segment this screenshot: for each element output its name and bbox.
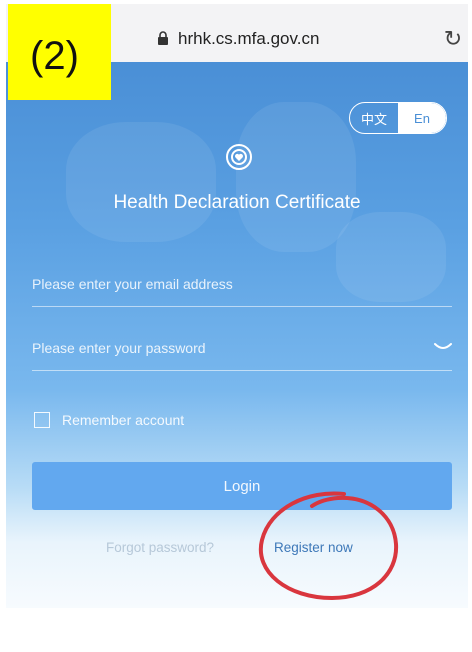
remember-account[interactable]: Remember account	[34, 412, 184, 428]
language-option-en[interactable]: En	[398, 103, 446, 133]
password-field-wrapper	[32, 326, 452, 371]
password-field[interactable]	[32, 326, 452, 370]
auth-links: Forgot password? Register now	[6, 540, 468, 560]
email-field-wrapper	[32, 262, 452, 307]
url-text[interactable]: hrhk.cs.mfa.gov.cn	[178, 29, 319, 49]
remember-label: Remember account	[62, 412, 185, 428]
language-toggle[interactable]: 中文 En	[349, 102, 447, 134]
reload-icon[interactable]: ↻	[442, 28, 464, 50]
remember-checkbox[interactable]	[34, 412, 50, 428]
world-map-background	[66, 122, 216, 242]
password-visibility-icon[interactable]	[434, 342, 452, 352]
login-button[interactable]: Login	[32, 462, 452, 510]
lock-icon	[158, 31, 168, 45]
forgot-password-link[interactable]: Forgot password?	[106, 540, 214, 555]
world-map-background	[236, 102, 356, 252]
login-panel: 中文 En Health Declaration Certificate Rem…	[6, 62, 468, 608]
email-field[interactable]	[32, 262, 452, 306]
language-option-zh[interactable]: 中文	[350, 103, 398, 133]
page-title: Health Declaration Certificate	[113, 192, 361, 213]
heart-shield-logo-icon	[226, 144, 252, 170]
register-now-link[interactable]: Register now	[274, 540, 353, 555]
step-label-badge: (2)	[8, 4, 111, 100]
step-label-text: (2)	[30, 34, 79, 78]
